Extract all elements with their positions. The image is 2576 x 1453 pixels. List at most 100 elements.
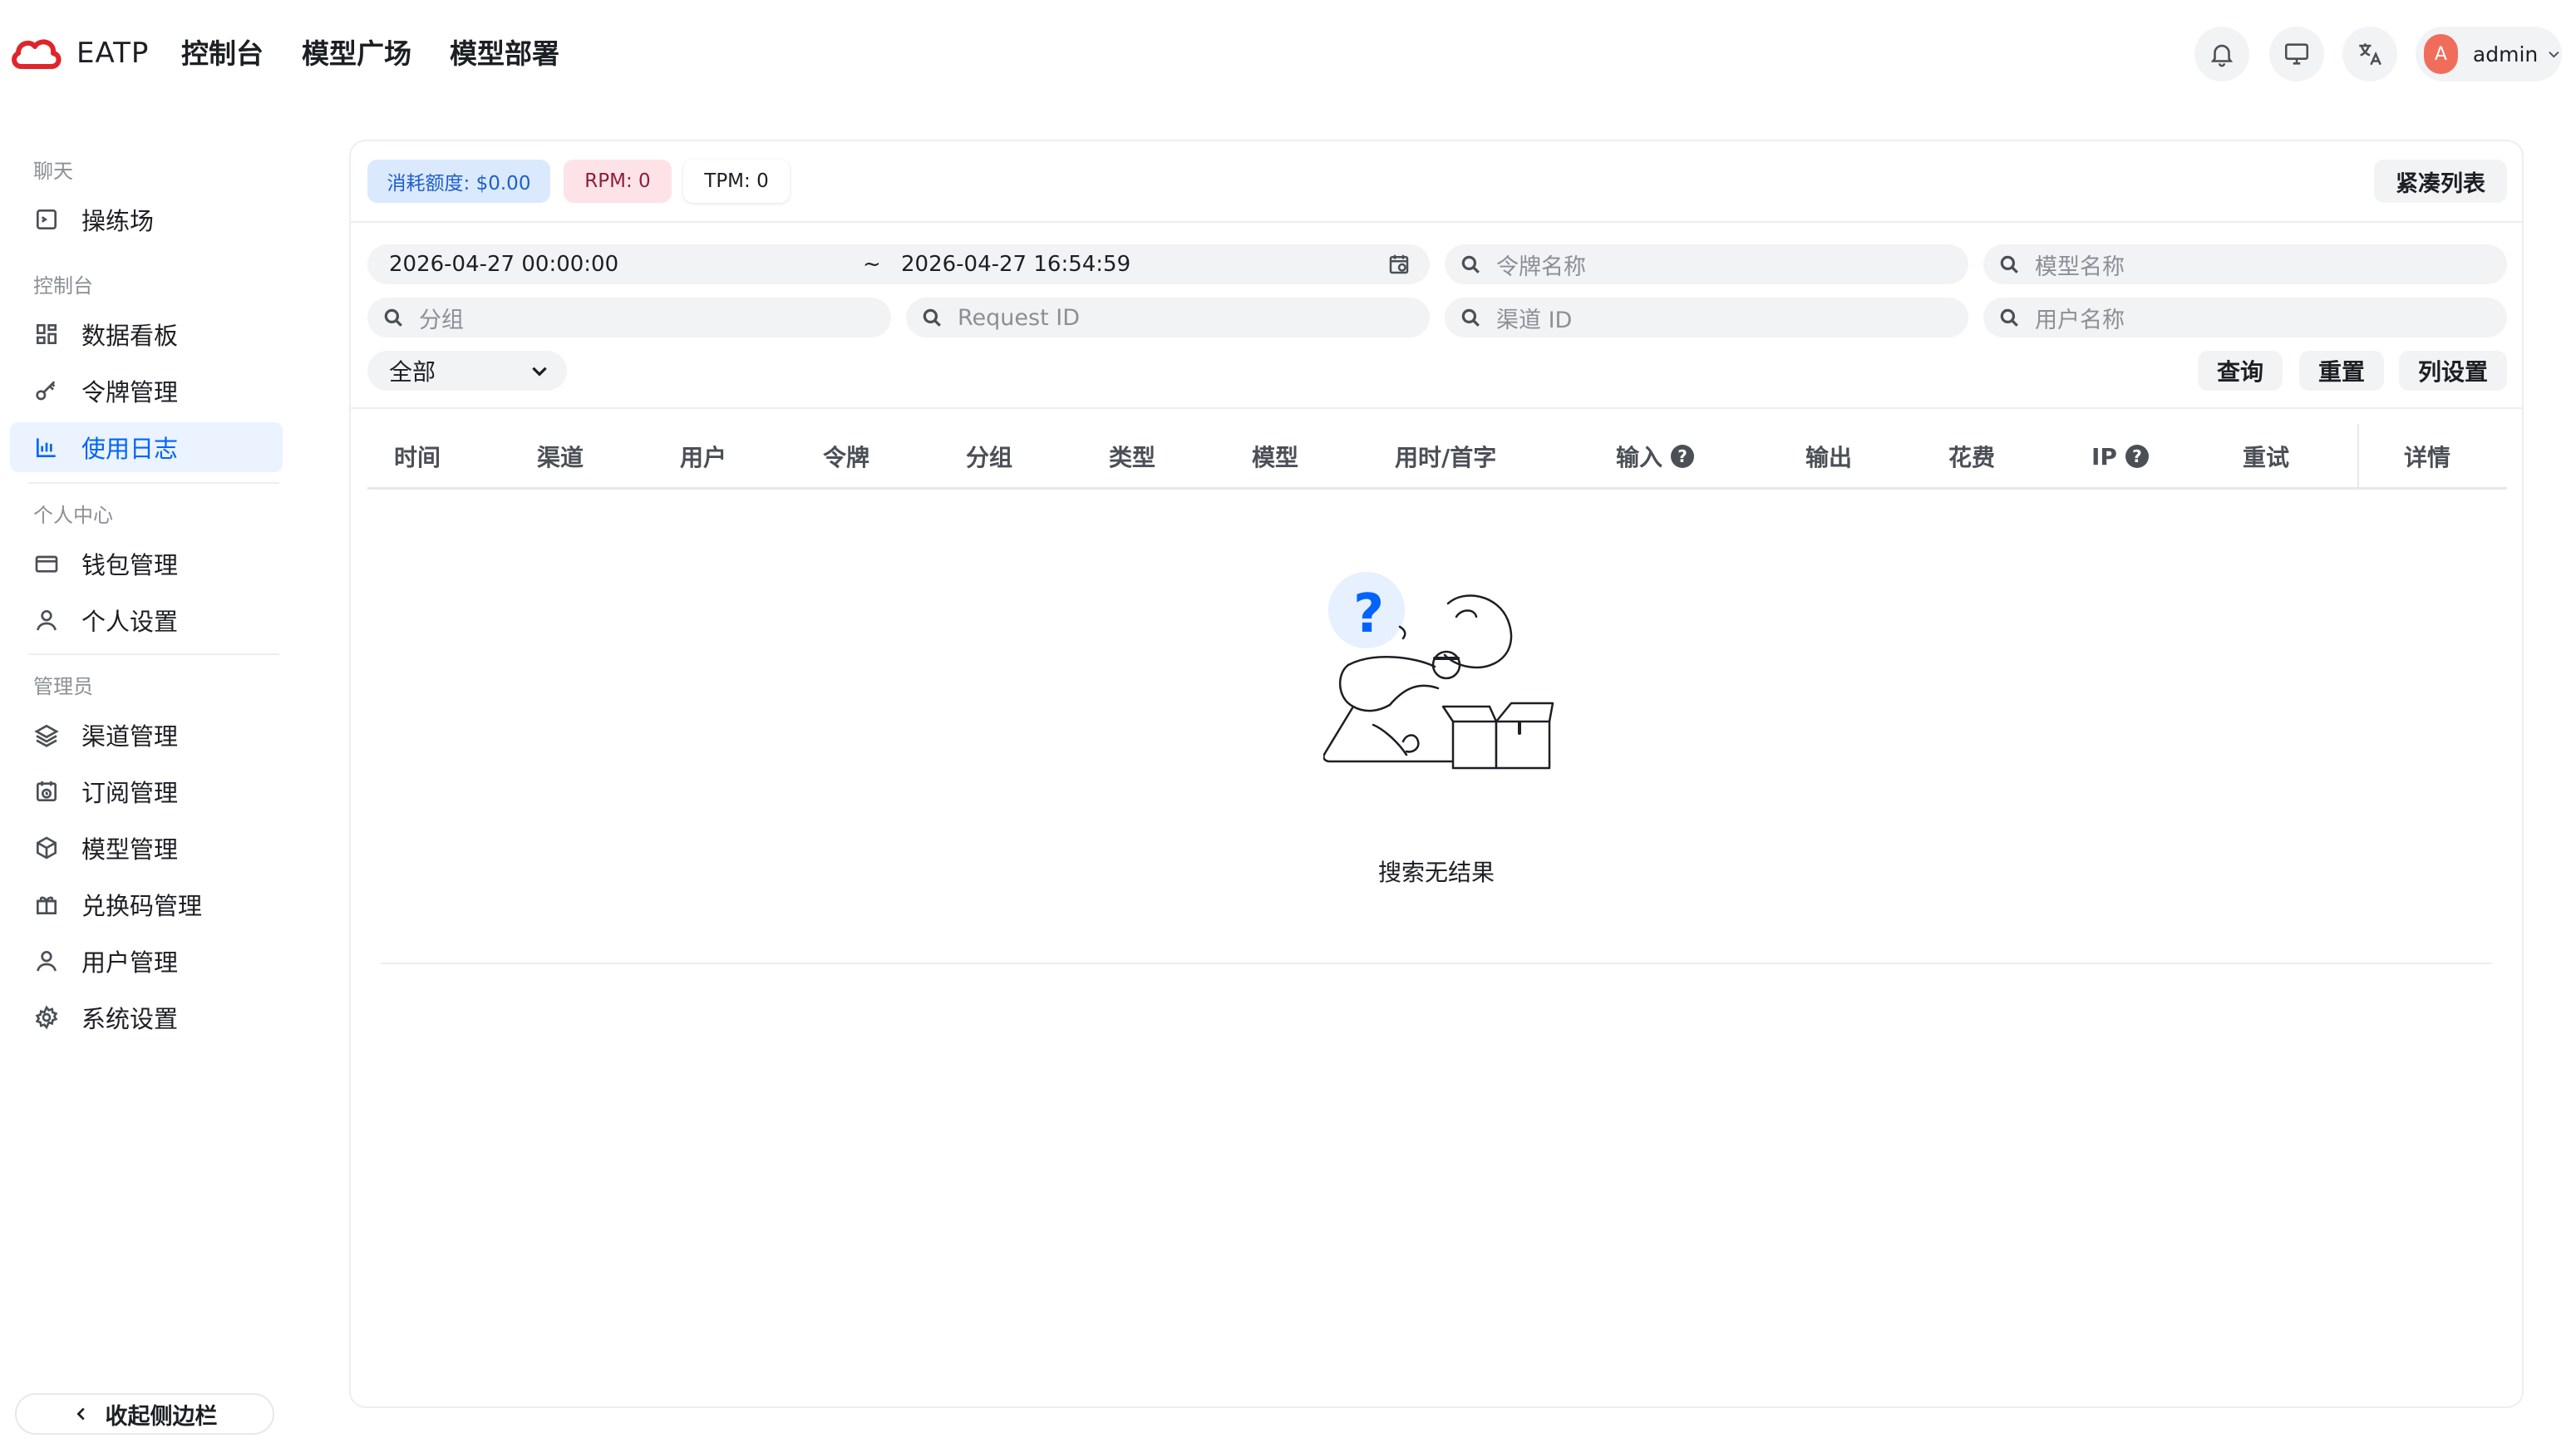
- channel-id-input[interactable]: 渠道 ID: [1445, 298, 1968, 337]
- date-separator: ~: [863, 252, 881, 277]
- help-icon[interactable]: ?: [1671, 445, 1695, 468]
- tpm-badge: TPM: 0: [683, 160, 790, 203]
- sidebar-item-label: 操练场: [81, 207, 155, 235]
- key-icon: [36, 381, 56, 401]
- sidebar-item-models[interactable]: 模型管理: [10, 823, 283, 873]
- table-header: 时间 渠道 用户 令牌 分组 类型 模型 用时/首字 输入 ? 输出 花费 IP…: [367, 424, 2507, 489]
- sidebar-item-label: 模型管理: [81, 835, 179, 864]
- chevron-down-icon: [532, 367, 547, 377]
- sidebar-item-channels[interactable]: 渠道管理: [10, 710, 283, 760]
- avatar: A: [2424, 34, 2458, 74]
- search-icon: [923, 308, 941, 327]
- column-header-group[interactable]: 分组: [966, 424, 1012, 489]
- calendar-icon[interactable]: [1387, 252, 1411, 277]
- section-title-personal: 个人中心: [33, 504, 113, 527]
- column-header-ip[interactable]: IP ?: [2091, 424, 2149, 489]
- language-button[interactable]: [2342, 27, 2397, 81]
- gift-icon: [37, 896, 57, 914]
- date-range-picker[interactable]: 2026-04-27 00:00:00 ~ 2026-04-27 16:54:5…: [367, 244, 1430, 284]
- sidebar-item-label: 钱包管理: [81, 551, 179, 579]
- translate-icon: [2359, 43, 2381, 66]
- start-date[interactable]: 2026-04-27 00:00:00: [389, 252, 618, 277]
- divider: [351, 221, 2522, 223]
- column-header-details[interactable]: 详情: [2404, 424, 2450, 489]
- chart-icon: [37, 438, 56, 457]
- nav-console[interactable]: 控制台: [181, 33, 264, 75]
- column-header-user[interactable]: 用户: [680, 424, 727, 489]
- nav-model-square[interactable]: 模型广场: [302, 33, 411, 75]
- brand-name[interactable]: EATP: [76, 37, 149, 70]
- reset-button[interactable]: 重置: [2299, 351, 2384, 391]
- user-name: admin: [2472, 42, 2539, 66]
- column-header-output[interactable]: 输出: [1805, 424, 1852, 489]
- sidebar-item-tokens[interactable]: 令牌管理: [10, 366, 283, 416]
- token-name-input[interactable]: 令牌名称: [1445, 244, 1968, 284]
- sidebar-item-system-settings[interactable]: 系统设置: [10, 992, 283, 1042]
- sidebar-item-subscriptions[interactable]: 订阅管理: [10, 766, 283, 816]
- layers-icon: [34, 724, 59, 747]
- column-header-token[interactable]: 令牌: [823, 424, 869, 489]
- cloud-logo-icon[interactable]: [10, 35, 63, 73]
- section-title-admin: 管理员: [33, 675, 93, 698]
- bell-icon: [2210, 44, 2234, 67]
- sidebar-item-playground[interactable]: 操练场: [10, 195, 283, 244]
- search-icon: [2000, 255, 2018, 273]
- display-button[interactable]: [2269, 27, 2324, 81]
- sidebar: 聊天 操练场 控制台 数据看板 令牌管理 使用日志 个人中心 钱包管理 个人设置…: [0, 133, 299, 1453]
- section-title-console: 控制台: [33, 274, 93, 298]
- sidebar-item-dashboard[interactable]: 数据看板: [10, 309, 283, 359]
- user-icon: [37, 610, 57, 631]
- column-settings-button[interactable]: 列设置: [2399, 351, 2507, 391]
- sidebar-item-usage-logs[interactable]: 使用日志: [10, 422, 283, 472]
- log-type-value: 全部: [389, 358, 436, 386]
- search-icon: [1461, 308, 1480, 327]
- search-icon: [1461, 255, 1480, 273]
- gear-icon: [35, 1005, 58, 1030]
- column-header-time[interactable]: 时间: [394, 424, 441, 489]
- sidebar-item-personal-settings[interactable]: 个人设置: [10, 595, 283, 645]
- request-id-placeholder: Request ID: [958, 304, 1081, 331]
- collapse-sidebar-label: 收起侧边栏: [105, 1403, 218, 1430]
- column-header-latency[interactable]: 用时/首字: [1395, 424, 1496, 489]
- top-nav: 控制台 模型广场 模型部署: [181, 33, 598, 75]
- column-header-channel[interactable]: 渠道: [537, 424, 584, 489]
- sidebar-item-label: 用户管理: [81, 948, 179, 977]
- empty-state-text: 搜索无结果: [1377, 859, 1495, 886]
- model-name-input[interactable]: 模型名称: [1983, 244, 2507, 284]
- section-title-chat: 聊天: [33, 160, 73, 183]
- column-header-input[interactable]: 输入 ?: [1616, 424, 1695, 489]
- model-name-placeholder: 模型名称: [2035, 254, 2125, 280]
- help-icon[interactable]: ?: [2125, 445, 2149, 468]
- sidebar-item-label: 订阅管理: [81, 779, 179, 807]
- playground-icon: [37, 209, 57, 229]
- table-bottom-border: [381, 963, 2492, 964]
- user-menu[interactable]: A admin: [2416, 27, 2562, 81]
- query-button[interactable]: 查询: [2198, 351, 2283, 391]
- collapse-sidebar-button[interactable]: 收起侧边栏: [15, 1393, 274, 1435]
- log-type-select[interactable]: 全部: [367, 351, 567, 391]
- sidebar-item-redemption-codes[interactable]: 兑换码管理: [10, 879, 283, 929]
- sidebar-item-label: 令牌管理: [81, 378, 179, 406]
- notification-button[interactable]: [2194, 27, 2249, 81]
- group-input[interactable]: 分组: [367, 298, 891, 337]
- sidebar-divider: [28, 482, 279, 484]
- calendar-clock-icon: [37, 781, 57, 801]
- column-header-retry[interactable]: 重试: [2243, 424, 2289, 489]
- sidebar-item-label: 使用日志: [81, 435, 179, 463]
- sidebar-item-label: 数据看板: [81, 322, 179, 350]
- quota-badge: 消耗额度: $0.00: [367, 160, 550, 203]
- compact-list-button[interactable]: 紧凑列表: [2374, 160, 2507, 203]
- request-id-input[interactable]: Request ID: [906, 298, 1430, 337]
- divider: [351, 407, 2522, 409]
- column-header-type[interactable]: 类型: [1109, 424, 1155, 489]
- end-date[interactable]: 2026-04-27 16:54:59: [901, 252, 1130, 277]
- sidebar-item-wallet[interactable]: 钱包管理: [10, 539, 283, 589]
- username-input[interactable]: 用户名称: [1983, 298, 2507, 337]
- nav-model-deploy[interactable]: 模型部署: [450, 33, 559, 75]
- column-header-cost[interactable]: 花费: [1948, 424, 1995, 489]
- sidebar-item-users[interactable]: 用户管理: [10, 936, 283, 986]
- token-name-placeholder: 令牌名称: [1496, 254, 1586, 280]
- usage-logs-card: 消耗额度: $0.00 RPM: 0 TPM: 0 紧凑列表 2026-04-2…: [349, 140, 2524, 1408]
- sidebar-item-label: 渠道管理: [81, 722, 179, 751]
- column-header-model[interactable]: 模型: [1252, 424, 1298, 489]
